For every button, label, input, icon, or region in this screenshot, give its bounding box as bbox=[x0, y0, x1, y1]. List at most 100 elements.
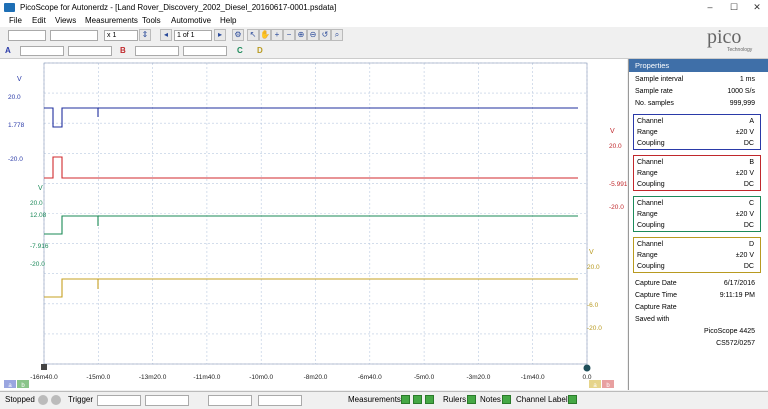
sample-rate-value: 1000 S/s bbox=[727, 88, 755, 95]
coupling-row: Coupling DC bbox=[637, 222, 754, 232]
zoom-area-icon[interactable]: ⊕ bbox=[295, 29, 307, 41]
channel-a-range[interactable] bbox=[20, 46, 64, 56]
notes-label[interactable]: Notes bbox=[480, 395, 501, 404]
channel-row: Channel C bbox=[637, 200, 754, 210]
trigger-marker-icon bbox=[583, 364, 591, 372]
channel-c-label[interactable]: C bbox=[237, 46, 243, 55]
properties-title: Properties bbox=[629, 59, 768, 72]
coupling-row: Coupling DC bbox=[637, 263, 754, 273]
maximize-button[interactable]: ☐ bbox=[722, 0, 746, 15]
scope-plot[interactable]: V 20.0 1.778 -20.0 V 20.0 -5.991 -20.0 V 20.0 12.0… bbox=[0, 59, 628, 390]
trigger-channel-select[interactable] bbox=[145, 395, 189, 406]
serial-row: CS572/0257 bbox=[635, 340, 755, 350]
zoom-overview-icon[interactable]: ⌕ bbox=[331, 29, 343, 41]
spin-icon[interactable]: ⇕ bbox=[139, 29, 151, 41]
channel-name: A bbox=[749, 118, 754, 125]
menu-help[interactable]: Help bbox=[220, 16, 236, 25]
stop-icon[interactable] bbox=[51, 395, 61, 405]
y-tick-label: 1.778 bbox=[8, 122, 25, 129]
y-axis-unit: V bbox=[17, 76, 22, 83]
trigger-level-select[interactable] bbox=[208, 395, 252, 406]
menu-edit[interactable]: Edit bbox=[32, 16, 46, 25]
zoom-out-icon[interactable]: − bbox=[283, 29, 295, 41]
coupling-value: DC bbox=[743, 222, 754, 229]
rulers-label[interactable]: Rulers bbox=[443, 395, 466, 404]
y-tick-label: -20.0 bbox=[30, 261, 45, 268]
channel-labels-icon[interactable] bbox=[568, 395, 577, 404]
saved-with-app-row: PicoScope 4425 bbox=[635, 328, 755, 338]
sample-rate-row: Sample rate 1000 S/s bbox=[635, 88, 755, 98]
channel-labels-label[interactable]: Channel Labels bbox=[516, 395, 572, 404]
channel-d-label[interactable]: D bbox=[257, 46, 263, 55]
x-tick-label: -10m0.0 bbox=[249, 374, 273, 381]
range-value: ±20 V bbox=[735, 129, 754, 136]
scope-view[interactable]: V 20.0 1.778 -20.0 V 20.0 -5.991 -20.0 V 20.0 12.0… bbox=[0, 59, 628, 390]
channel-b-box: Channel B Range ±20 V Coupling DC bbox=[633, 155, 761, 191]
edit-measurement-icon[interactable] bbox=[413, 395, 422, 404]
buffer-navigator[interactable]: 1 of 1 bbox=[174, 30, 212, 41]
undo-zoom-icon[interactable]: ↺ bbox=[319, 29, 331, 41]
zoom-fit-icon[interactable]: ⊖ bbox=[307, 29, 319, 41]
notes-icon[interactable] bbox=[502, 395, 511, 404]
y-tick-label: -6.0 bbox=[587, 302, 599, 309]
channel-b-coupling[interactable] bbox=[183, 46, 227, 56]
sample-interval-label: Sample interval bbox=[635, 76, 684, 83]
y-tick-label: 20.0 bbox=[587, 264, 600, 271]
zoom-select[interactable]: x 1 bbox=[104, 30, 138, 41]
first-buffer-icon[interactable]: ◂ bbox=[160, 29, 172, 41]
logo-sub: Technology bbox=[727, 47, 753, 53]
no-samples-row: No. samples 999,999 bbox=[635, 100, 755, 110]
x-tick-label: -16m40.0 bbox=[30, 374, 58, 381]
record-icon[interactable] bbox=[38, 395, 48, 405]
menu-tools[interactable]: Tools bbox=[142, 16, 161, 25]
range-label: Range bbox=[637, 252, 658, 259]
pico-logo: pico Technology bbox=[703, 26, 765, 54]
y-tick-label: -20.0 bbox=[587, 325, 602, 332]
channel-b-range[interactable] bbox=[135, 46, 179, 56]
channel-toolbar: A B C D bbox=[0, 44, 768, 59]
channel-a-coupling[interactable] bbox=[68, 46, 112, 56]
sample-interval-row: Sample interval 1 ms bbox=[635, 76, 755, 86]
zoom-in-icon[interactable]: + bbox=[271, 29, 283, 41]
add-measurement-icon[interactable] bbox=[401, 395, 410, 404]
trigger-mode-select[interactable] bbox=[97, 395, 141, 406]
capture-time-value: 9:11:19 PM bbox=[719, 292, 755, 299]
menu-file[interactable]: File bbox=[9, 16, 22, 25]
channel-label: Channel bbox=[637, 241, 664, 248]
trace-channel-c bbox=[44, 215, 578, 235]
coupling-label: Coupling bbox=[637, 181, 665, 188]
settings-icon[interactable]: ⚙ bbox=[232, 29, 244, 41]
range-value: ±20 V bbox=[735, 211, 754, 218]
saved-with-row: Saved with bbox=[635, 316, 755, 326]
measurements-label[interactable]: Measurements bbox=[348, 395, 401, 404]
samples-select[interactable] bbox=[50, 30, 98, 41]
rulers-icon[interactable] bbox=[467, 395, 476, 404]
x-tick-label: 0.0 bbox=[582, 374, 591, 381]
timebase-select[interactable] bbox=[8, 30, 46, 41]
close-button[interactable]: ✕ bbox=[745, 0, 768, 15]
delete-measurement-icon[interactable] bbox=[425, 395, 434, 404]
menu-measurements[interactable]: Measurements bbox=[85, 16, 138, 25]
trigger-label: Trigger bbox=[68, 395, 94, 404]
pointer-tool-icon[interactable]: ↖ bbox=[247, 29, 259, 41]
channel-a-box: Channel A Range ±20 V Coupling DC bbox=[633, 114, 761, 150]
trigger-position-select[interactable] bbox=[258, 395, 302, 406]
range-label: Range bbox=[637, 170, 658, 177]
channel-d-box: Channel D Range ±20 V Coupling DC bbox=[633, 237, 761, 273]
channel-a-label: A bbox=[5, 46, 11, 55]
x-tick-label: -13m20.0 bbox=[139, 374, 167, 381]
start-marker-icon bbox=[41, 364, 47, 370]
range-row: Range ±20 V bbox=[637, 252, 754, 262]
channel-b-label: B bbox=[120, 46, 126, 55]
minimize-button[interactable]: – bbox=[698, 0, 722, 15]
menu-automotive[interactable]: Automotive bbox=[171, 16, 211, 25]
coupling-label: Coupling bbox=[637, 140, 665, 147]
menu-views[interactable]: Views bbox=[55, 16, 76, 25]
next-buffer-icon[interactable]: ▸ bbox=[214, 29, 226, 41]
coupling-label: Coupling bbox=[637, 222, 665, 229]
range-value: ±20 V bbox=[735, 252, 754, 259]
hand-tool-icon[interactable]: ✋ bbox=[259, 29, 271, 41]
capture-rate-row: Capture Rate bbox=[635, 304, 755, 314]
status-stopped: Stopped bbox=[5, 395, 35, 404]
y-axis-unit: V bbox=[610, 128, 615, 135]
